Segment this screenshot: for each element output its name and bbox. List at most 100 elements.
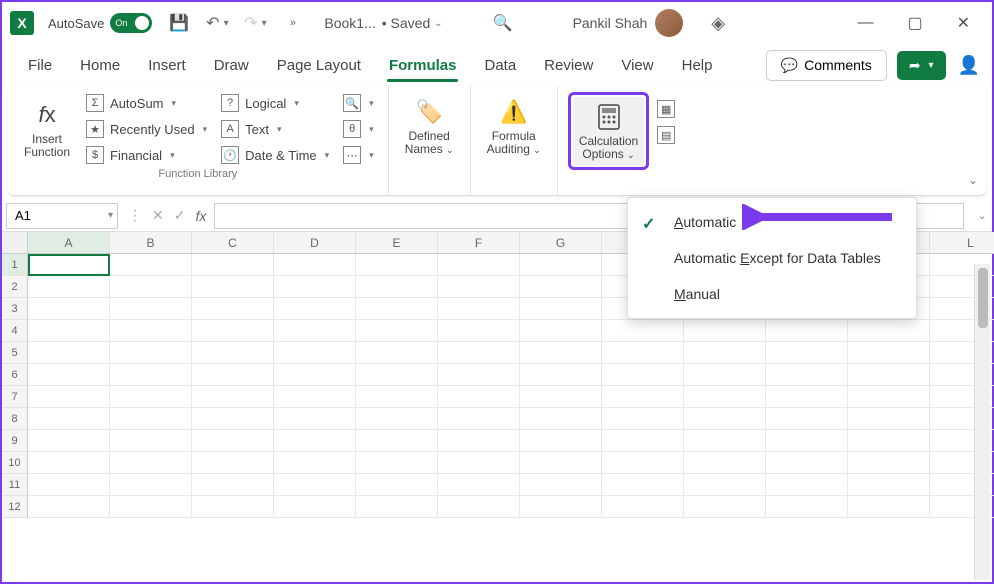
cell[interactable]: [602, 430, 684, 452]
cell[interactable]: [520, 342, 602, 364]
cell[interactable]: [28, 452, 110, 474]
recently-used-button[interactable]: ★Recently Used▾: [82, 118, 211, 140]
column-header[interactable]: D: [274, 232, 356, 254]
cell[interactable]: [848, 452, 930, 474]
math-button[interactable]: θ▾: [339, 118, 378, 140]
cell[interactable]: [602, 342, 684, 364]
row-header[interactable]: 3: [2, 298, 28, 320]
cell[interactable]: [438, 298, 520, 320]
cell[interactable]: [438, 320, 520, 342]
cell[interactable]: [274, 298, 356, 320]
row-header[interactable]: 12: [2, 496, 28, 518]
cell[interactable]: [110, 254, 192, 276]
avatar[interactable]: [655, 9, 683, 37]
cell[interactable]: [28, 320, 110, 342]
logical-button[interactable]: ?Logical▾: [217, 92, 333, 114]
tab-file[interactable]: File: [14, 49, 66, 82]
expand-formula-bar-icon[interactable]: ⌄: [972, 209, 992, 222]
cell[interactable]: [356, 452, 438, 474]
cell[interactable]: [438, 342, 520, 364]
cell[interactable]: [438, 254, 520, 276]
row-header[interactable]: 6: [2, 364, 28, 386]
cell[interactable]: [520, 496, 602, 518]
cell[interactable]: [192, 320, 274, 342]
cell[interactable]: [192, 276, 274, 298]
cell[interactable]: [684, 430, 766, 452]
search-icon[interactable]: 🔍: [493, 13, 513, 33]
cell[interactable]: [848, 474, 930, 496]
date-time-button[interactable]: 🕐Date & Time▾: [217, 144, 333, 166]
fx-icon[interactable]: fx: [195, 208, 206, 224]
row-header[interactable]: 11: [2, 474, 28, 496]
undo-icon[interactable]: ↶▾: [206, 12, 228, 34]
cell[interactable]: [602, 364, 684, 386]
cell[interactable]: [602, 386, 684, 408]
cell[interactable]: [438, 386, 520, 408]
cell[interactable]: [28, 342, 110, 364]
lookup-button[interactable]: 🔍▾: [339, 92, 378, 114]
cell[interactable]: [110, 386, 192, 408]
cell[interactable]: [274, 386, 356, 408]
cell[interactable]: [28, 430, 110, 452]
comments-button[interactable]: 💬 Comments: [766, 50, 887, 81]
cell[interactable]: [684, 320, 766, 342]
cell[interactable]: [274, 430, 356, 452]
cell[interactable]: [274, 496, 356, 518]
cell[interactable]: [848, 430, 930, 452]
cell[interactable]: [602, 408, 684, 430]
financial-button[interactable]: $Financial▾: [82, 144, 211, 166]
enter-icon[interactable]: ✓: [174, 207, 186, 224]
cell[interactable]: [110, 320, 192, 342]
cell[interactable]: [356, 342, 438, 364]
cell[interactable]: [110, 474, 192, 496]
row-header[interactable]: 5: [2, 342, 28, 364]
cell[interactable]: [438, 474, 520, 496]
cell[interactable]: [110, 276, 192, 298]
cell[interactable]: [520, 430, 602, 452]
tab-page-layout[interactable]: Page Layout: [263, 49, 375, 82]
tab-review[interactable]: Review: [530, 49, 607, 82]
cell[interactable]: [520, 276, 602, 298]
cell[interactable]: [520, 408, 602, 430]
column-header[interactable]: G: [520, 232, 602, 254]
cell[interactable]: [356, 320, 438, 342]
cell[interactable]: [274, 364, 356, 386]
premium-icon[interactable]: ◈: [711, 13, 725, 34]
cell[interactable]: [110, 496, 192, 518]
cell[interactable]: [356, 276, 438, 298]
vertical-scrollbar[interactable]: [974, 264, 990, 580]
cell[interactable]: [602, 320, 684, 342]
cell[interactable]: [356, 474, 438, 496]
cell[interactable]: [274, 254, 356, 276]
cell[interactable]: [192, 364, 274, 386]
tab-help[interactable]: Help: [668, 49, 727, 82]
autosum-button[interactable]: ΣAutoSum▾: [82, 92, 211, 114]
row-header[interactable]: 1: [2, 254, 28, 276]
cell[interactable]: [438, 364, 520, 386]
cell[interactable]: [766, 320, 848, 342]
cell[interactable]: [848, 386, 930, 408]
tab-draw[interactable]: Draw: [200, 49, 263, 82]
row-header[interactable]: 9: [2, 430, 28, 452]
cell[interactable]: [110, 364, 192, 386]
cell[interactable]: [110, 430, 192, 452]
cell[interactable]: [274, 320, 356, 342]
share-button[interactable]: ➦ ▾: [897, 51, 946, 80]
row-header[interactable]: 2: [2, 276, 28, 298]
cell[interactable]: [684, 452, 766, 474]
cell[interactable]: [28, 496, 110, 518]
column-header[interactable]: C: [192, 232, 274, 254]
document-title[interactable]: Book1...: [324, 15, 375, 31]
tab-insert[interactable]: Insert: [134, 49, 200, 82]
cell[interactable]: [192, 408, 274, 430]
tab-view[interactable]: View: [607, 49, 667, 82]
calculation-options-button[interactable]: CalculationOptions ⌄: [573, 97, 644, 165]
cell[interactable]: [848, 364, 930, 386]
row-header[interactable]: 8: [2, 408, 28, 430]
cell[interactable]: [766, 386, 848, 408]
cell[interactable]: [438, 452, 520, 474]
cell[interactable]: [28, 254, 110, 276]
close-button[interactable]: ✕: [957, 13, 970, 33]
row-header[interactable]: 10: [2, 452, 28, 474]
menu-item-manual[interactable]: Manual: [628, 276, 916, 312]
